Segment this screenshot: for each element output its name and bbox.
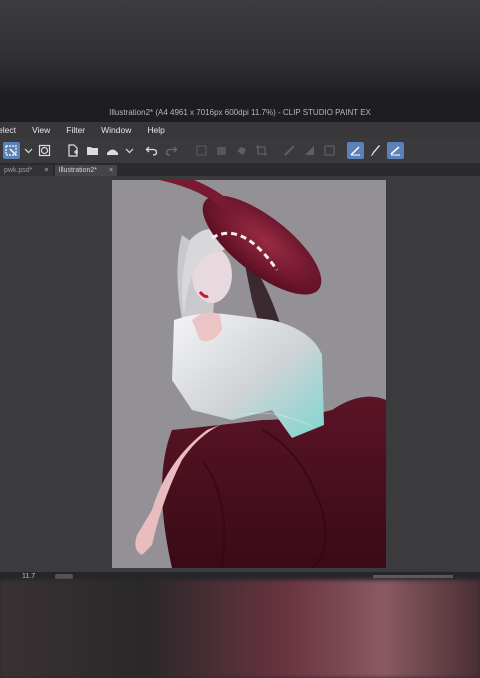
- clip-studio-window: Illustration2* (A4 4961 x 7016px 600dpi …: [0, 102, 480, 580]
- horizontal-scrollbar[interactable]: [373, 574, 454, 578]
- undo-icon[interactable]: [143, 142, 160, 159]
- open-folder-icon[interactable]: [84, 142, 101, 159]
- tab-label: pwk.psd*: [4, 167, 33, 174]
- correction-icon[interactable]: [387, 142, 404, 159]
- zoom-readout[interactable]: 11.7: [22, 573, 35, 580]
- pen-icon[interactable]: [347, 142, 364, 159]
- video-backdrop-bottom: [0, 580, 480, 678]
- redo-icon[interactable]: [163, 142, 180, 159]
- save-icon[interactable]: [104, 142, 121, 159]
- clear-icon[interactable]: [193, 142, 210, 159]
- ruler-icon[interactable]: [281, 142, 298, 159]
- chevron-down-icon[interactable]: [124, 142, 134, 159]
- brush-icon[interactable]: [367, 142, 384, 159]
- chevron-down-icon[interactable]: [23, 142, 33, 159]
- menu-filter[interactable]: Filter: [58, 125, 93, 135]
- window-title: Illustration2* (A4 4961 x 7016px 600dpi …: [109, 107, 371, 117]
- border-icon[interactable]: [321, 142, 338, 159]
- fill-icon[interactable]: [213, 142, 230, 159]
- illustration-canvas[interactable]: [112, 180, 386, 568]
- new-canvas-icon[interactable]: [64, 142, 81, 159]
- menu-select[interactable]: elect: [0, 125, 24, 135]
- zoom-slider[interactable]: [55, 573, 74, 579]
- menu-bar: elect View Filter Window Help: [0, 122, 480, 138]
- menu-window[interactable]: Window: [93, 125, 139, 135]
- title-bar: Illustration2* (A4 4961 x 7016px 600dpi …: [0, 102, 480, 122]
- select-layer-icon[interactable]: [3, 142, 20, 159]
- tab-pwk[interactable]: pwk.psd* ×: [0, 165, 53, 176]
- command-bar: [0, 138, 480, 163]
- tab-illustration2[interactable]: Illustration2* ×: [54, 165, 118, 176]
- canvas-workspace: [0, 176, 480, 572]
- close-icon[interactable]: ×: [109, 167, 113, 174]
- menu-view[interactable]: View: [24, 125, 58, 135]
- menu-help[interactable]: Help: [139, 125, 172, 135]
- artwork-illustration: [135, 180, 386, 568]
- status-bar: 11.7: [0, 572, 480, 580]
- close-icon[interactable]: ×: [44, 167, 48, 174]
- layer-mask-icon[interactable]: [36, 142, 53, 159]
- document-tabs: pwk.psd* × Illustration2* ×: [0, 163, 480, 176]
- transform-icon[interactable]: [233, 142, 250, 159]
- video-backdrop-top: [0, 0, 480, 102]
- gradient-icon[interactable]: [301, 142, 318, 159]
- crop-icon[interactable]: [253, 142, 270, 159]
- tab-label: Illustration2*: [58, 167, 98, 174]
